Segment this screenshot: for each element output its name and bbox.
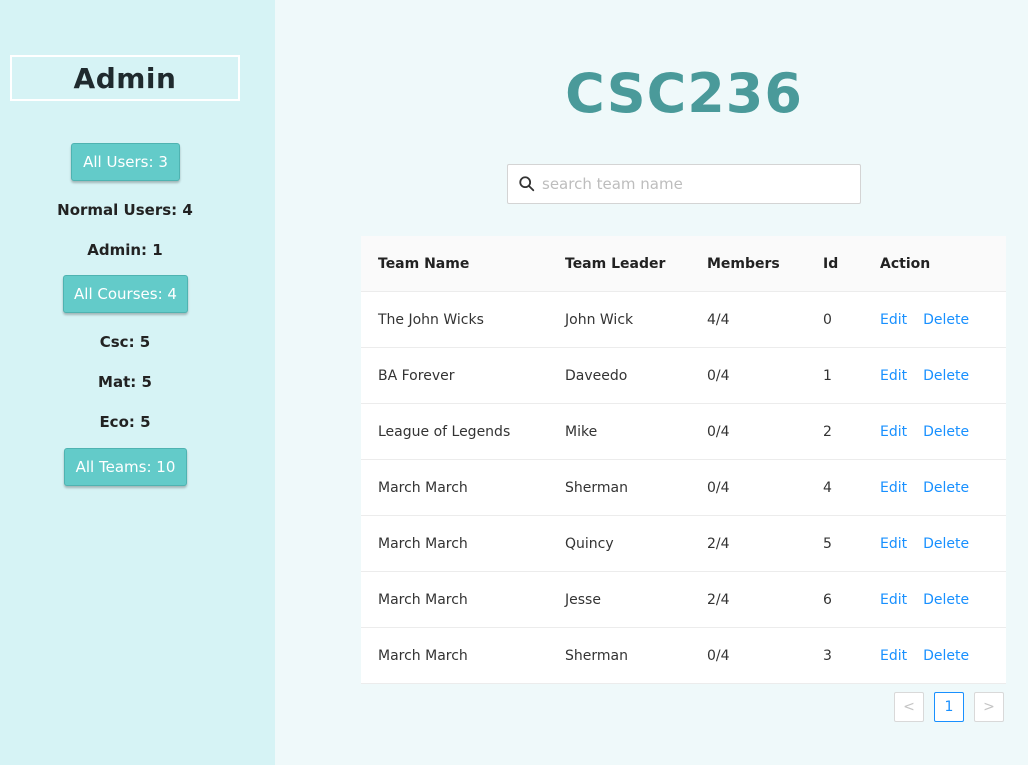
- id-cell: 6: [823, 591, 832, 608]
- id-cell: 0: [823, 311, 832, 328]
- action-cell: Edit Delete: [880, 348, 985, 403]
- delete-link[interactable]: Delete: [923, 592, 969, 608]
- team-name-cell: March March: [378, 591, 468, 608]
- id-cell: 1: [823, 367, 832, 384]
- delete-link[interactable]: Delete: [923, 312, 969, 328]
- chevron-right-icon: >: [983, 699, 995, 715]
- action-cell: Edit Delete: [880, 292, 985, 347]
- edit-link[interactable]: Edit: [880, 592, 907, 608]
- team-name-cell: March March: [378, 535, 468, 552]
- team-leader-cell: Quincy: [565, 535, 614, 552]
- edit-link[interactable]: Edit: [880, 312, 907, 328]
- sidebar: Admin All Users: 3 Normal Users: 4 Admin…: [0, 0, 275, 765]
- pagination-prev-button[interactable]: <: [894, 692, 924, 722]
- all-teams-button[interactable]: All Teams: 10: [64, 448, 187, 486]
- id-cell: 2: [823, 423, 832, 440]
- normal-users-count: Normal Users: 4: [57, 201, 193, 219]
- table-row: March March Quincy 2/4 5 Edit Delete: [361, 516, 1006, 572]
- edit-link[interactable]: Edit: [880, 424, 907, 440]
- team-name-cell: March March: [378, 479, 468, 496]
- column-header-action: Action: [880, 255, 931, 272]
- course-count-mat: Mat: 5: [98, 373, 152, 391]
- course-count-eco: Eco: 5: [99, 413, 151, 431]
- delete-link[interactable]: Delete: [923, 648, 969, 664]
- admin-count: Admin: 1: [87, 241, 163, 259]
- team-name-cell: BA Forever: [378, 367, 455, 384]
- members-cell: 4/4: [707, 311, 730, 328]
- members-cell: 0/4: [707, 647, 730, 664]
- edit-link[interactable]: Edit: [880, 480, 907, 496]
- course-count-csc: Csc: 5: [99, 333, 151, 351]
- action-cell: Edit Delete: [880, 404, 985, 459]
- id-cell: 4: [823, 479, 832, 496]
- team-leader-cell: Jesse: [565, 591, 601, 608]
- all-users-button[interactable]: All Users: 3: [71, 143, 180, 181]
- pagination-next-button[interactable]: >: [974, 692, 1004, 722]
- table-row: The John Wicks John Wick 4/4 0 Edit Dele…: [361, 292, 1006, 348]
- all-courses-button[interactable]: All Courses: 4: [63, 275, 188, 313]
- teams-table: Team Name Team Leader Members Id Action …: [361, 236, 1006, 684]
- sidebar-title: Admin: [10, 55, 240, 101]
- edit-link[interactable]: Edit: [880, 368, 907, 384]
- chevron-left-icon: <: [903, 699, 915, 715]
- search-icon: [519, 176, 535, 192]
- column-header-id[interactable]: Id: [823, 236, 838, 291]
- team-name-cell: March March: [378, 647, 468, 664]
- members-cell: 2/4: [707, 535, 730, 552]
- delete-link[interactable]: Delete: [923, 424, 969, 440]
- column-header-team-leader[interactable]: Team Leader: [565, 236, 665, 291]
- column-header-members[interactable]: Members: [707, 236, 780, 291]
- delete-link[interactable]: Delete: [923, 480, 969, 496]
- team-leader-cell: Daveedo: [565, 367, 628, 384]
- course-title-text: CSC236: [565, 62, 803, 125]
- action-cell: Edit Delete: [880, 628, 985, 683]
- pagination-page-1[interactable]: 1: [934, 692, 964, 722]
- edit-link[interactable]: Edit: [880, 648, 907, 664]
- delete-link[interactable]: Delete: [923, 368, 969, 384]
- team-leader-cell: Sherman: [565, 479, 628, 496]
- action-cell: Edit Delete: [880, 516, 985, 571]
- action-cell: Edit Delete: [880, 572, 985, 627]
- team-leader-cell: Sherman: [565, 647, 628, 664]
- team-leader-cell: Mike: [565, 423, 598, 440]
- id-cell: 3: [823, 647, 832, 664]
- delete-link[interactable]: Delete: [923, 536, 969, 552]
- table-row: League of Legends Mike 0/4 2 Edit Delete: [361, 404, 1006, 460]
- team-leader-cell: John Wick: [565, 311, 634, 328]
- members-cell: 0/4: [707, 367, 730, 384]
- search-input[interactable]: [540, 174, 844, 194]
- members-cell: 0/4: [707, 423, 730, 440]
- edit-link[interactable]: Edit: [880, 536, 907, 552]
- members-cell: 2/4: [707, 591, 730, 608]
- table-header-row: Team Name Team Leader Members Id Action: [361, 236, 1006, 292]
- table-row: BA Forever Daveedo 0/4 1 Edit Delete: [361, 348, 1006, 404]
- members-cell: 0/4: [707, 479, 730, 496]
- table-row: March March Sherman 0/4 4 Edit Delete: [361, 460, 1006, 516]
- table-row: March March Sherman 0/4 3 Edit Delete: [361, 628, 1006, 684]
- action-cell: Edit Delete: [880, 460, 985, 515]
- team-name-cell: The John Wicks: [378, 311, 484, 328]
- id-cell: 5: [823, 535, 832, 552]
- search-box[interactable]: [507, 164, 861, 204]
- page-title: CSC236: [275, 62, 1028, 125]
- column-header-team-name[interactable]: Team Name: [378, 236, 469, 291]
- team-name-cell: League of Legends: [378, 423, 511, 440]
- table-row: March March Jesse 2/4 6 Edit Delete: [361, 572, 1006, 628]
